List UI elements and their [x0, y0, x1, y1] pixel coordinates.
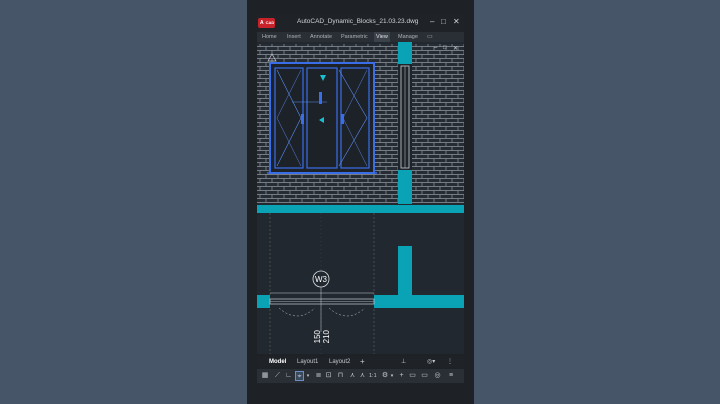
tab-home[interactable]: Home [260, 32, 279, 42]
window-tag-label: W3 [315, 275, 328, 284]
drawing-svg: W3 150 210 [257, 42, 464, 354]
wall-band [257, 205, 464, 213]
close-button[interactable]: ✕ [453, 17, 460, 27]
quick-properties-icon[interactable]: ▭ [420, 371, 429, 381]
annotation-icon[interactable]: ⋏ [348, 371, 357, 381]
tab-layout2[interactable]: Layout2 [329, 358, 350, 367]
minimize-button[interactable]: – [430, 17, 434, 27]
dimension-sill: 210 [322, 329, 331, 343]
tab-annotate[interactable]: Annotate [308, 32, 334, 42]
app-badge-sub: CAD [265, 20, 275, 25]
tab-layout1[interactable]: Layout1 [297, 358, 318, 367]
left-background [0, 0, 247, 404]
info-icon[interactable]: ⋮ [447, 358, 453, 367]
annotation-monitor-icon[interactable]: + [397, 371, 406, 381]
app-badge-letter: A [260, 20, 264, 26]
layout-tab-bar: Model Layout1 Layout2 + ⊥ ◎▾ ⋮ [257, 357, 464, 367]
workspace-dropdown-icon[interactable]: ▾ [389, 371, 395, 381]
selection-cycling-icon[interactable]: ⊓ [336, 371, 345, 381]
annotation-scale-value[interactable]: 1:1 [369, 372, 377, 381]
dimension-height: 150 [313, 329, 322, 343]
wall-column-top [398, 42, 412, 64]
grid-icon[interactable]: ▦ [260, 371, 270, 381]
object-snap-icon[interactable]: ⊡ [324, 371, 333, 381]
isolate-objects-icon[interactable]: ◎ [433, 371, 442, 381]
customize-menu-icon[interactable]: ≡ [446, 371, 456, 381]
viewport-minimize-button[interactable]: – [434, 45, 437, 51]
snap-icon[interactable]: ⟋ [273, 371, 282, 381]
title-bar: A CAD AutoCAD_Dynamic_Blocks_21.03.23.dwg… [257, 14, 464, 32]
document-title: AutoCAD_Dynamic_Blocks_21.03.23.dwg [297, 18, 419, 25]
tab-view[interactable]: View [374, 32, 390, 42]
drawing-canvas[interactable]: W3 150 210 – □ ✕ [257, 42, 464, 354]
restore-button[interactable]: □ [441, 17, 446, 27]
polar-icon[interactable]: ⌖ [295, 371, 304, 381]
window-block-w3-elevation[interactable] [267, 62, 377, 174]
add-layout-button[interactable]: + [360, 358, 365, 366]
ortho-icon[interactable]: ∟ [284, 371, 293, 381]
tab-model[interactable]: Model [269, 358, 286, 367]
lineweight-icon[interactable]: ≣ [314, 371, 323, 381]
tab-manage[interactable]: Manage [396, 32, 420, 42]
autocad-mobile-window: A CAD AutoCAD_Dynamic_Blocks_21.03.23.dwg… [247, 0, 474, 404]
insertion-grip-icon[interactable] [319, 92, 322, 104]
workspace-gear-icon[interactable]: ⚙ [381, 371, 389, 381]
status-bar: ▦ ⟋ ∟ ⌖ ▾ ≣ ⊡ ⊓ ⋏ ⋏ 1:1 ⚙ ▾ + ▭ ▭ ◎ ≡ [257, 369, 464, 383]
viewport-close-button[interactable]: ✕ [453, 45, 458, 52]
right-background [474, 0, 720, 404]
units-icon[interactable]: ▭ [408, 371, 417, 381]
coordinate-icon[interactable]: ⊥ [401, 358, 406, 367]
ribbon-tabs: Home Insert Annotate Parametric View Man… [257, 32, 464, 42]
autocad-logo-icon[interactable]: A CAD [258, 18, 275, 28]
annotation-scale-icon[interactable]: ⋏ [358, 371, 367, 381]
ribbon-menu-icon[interactable]: ▭ [425, 32, 435, 42]
viewport-restore-button[interactable]: □ [443, 45, 447, 51]
tab-parametric[interactable]: Parametric [339, 32, 370, 42]
plan-wall-vertical [398, 246, 412, 298]
wall-column-bottom [398, 170, 412, 204]
settings-dropdown-icon[interactable]: ◎▾ [427, 358, 435, 367]
tab-insert[interactable]: Insert [285, 32, 303, 42]
polar-dropdown-icon[interactable]: ▾ [305, 371, 311, 381]
